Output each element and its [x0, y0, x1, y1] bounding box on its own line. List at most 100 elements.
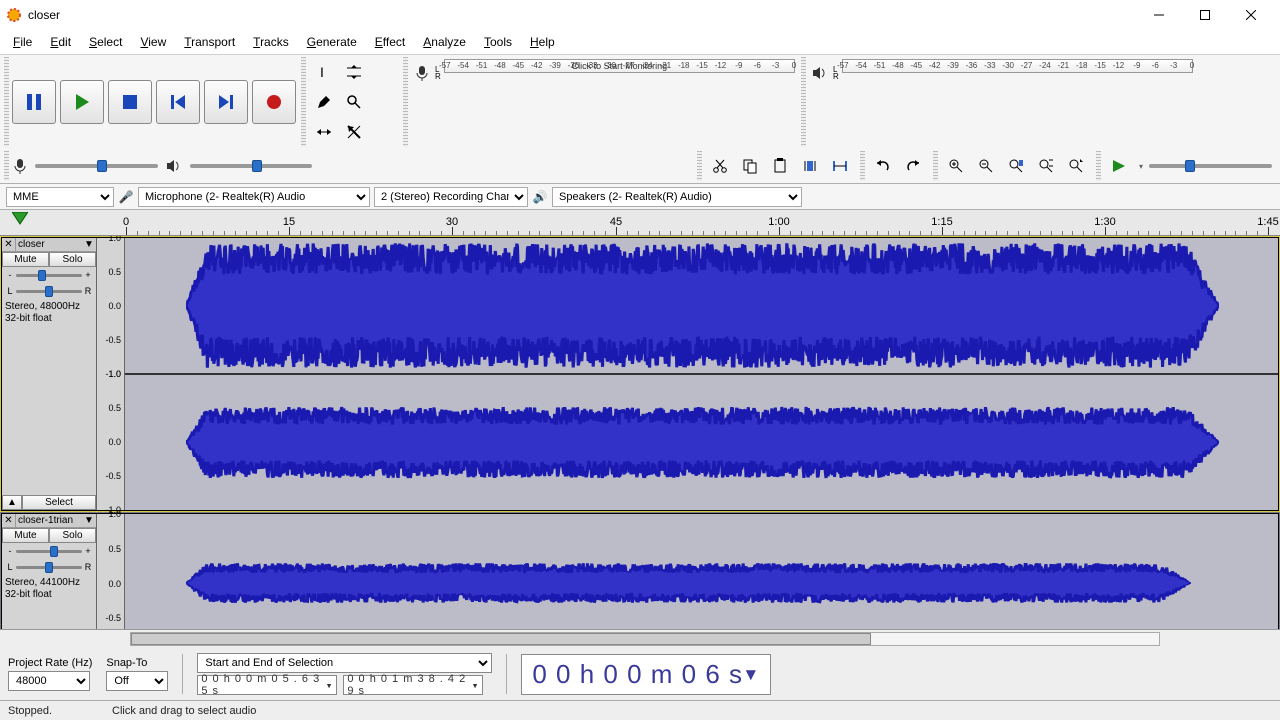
menu-generate[interactable]: Generate — [298, 32, 366, 52]
tools-toolbar: I — [301, 57, 401, 147]
timeshift-tool[interactable] — [310, 118, 338, 146]
record-meter-hint: Click to Start Monitoring — [572, 61, 668, 71]
play-button[interactable] — [60, 80, 104, 124]
track-name[interactable]: closer — [16, 239, 82, 250]
envelope-tool[interactable] — [340, 58, 368, 86]
mic-device-icon: 🎤 — [118, 190, 134, 204]
speaker-icon[interactable] — [810, 59, 830, 87]
play-volume-slider[interactable] — [190, 164, 313, 168]
solo-button[interactable]: Solo — [49, 252, 96, 267]
project-rate-label: Project Rate (Hz) — [8, 657, 92, 669]
menu-select[interactable]: Select — [80, 32, 131, 52]
menu-view[interactable]: View — [131, 32, 175, 52]
track-menu-button[interactable]: ▼ — [82, 515, 96, 526]
selection-end-time[interactable]: 0 0 h 0 1 m 3 8 . 4 2 9 s▾ — [343, 675, 483, 695]
svg-text:I: I — [320, 64, 324, 80]
zoom-tool[interactable] — [340, 88, 368, 116]
track-menu-button[interactable]: ▼ — [82, 239, 96, 250]
minimize-button[interactable] — [1136, 0, 1182, 30]
skip-end-button[interactable] — [204, 80, 248, 124]
play-meter[interactable]: -57-54-51-48-45-42-39-36-33-30-27-24-21-… — [842, 59, 1193, 73]
toolbar-area: I L R Click to Start Monitoring -57-54-5… — [0, 55, 1280, 184]
record-button[interactable] — [252, 80, 296, 124]
rec-meter-r-label: R — [435, 73, 441, 80]
fit-selection-button[interactable] — [1002, 152, 1030, 180]
track-name[interactable]: closer-1trian — [16, 515, 82, 526]
paste-button[interactable] — [766, 152, 794, 180]
trim-button[interactable] — [796, 152, 824, 180]
mute-button[interactable]: Mute — [2, 252, 49, 267]
play-vol-icon — [166, 159, 182, 173]
mic-icon[interactable] — [412, 59, 432, 87]
track-close-button[interactable]: ✕ — [2, 514, 16, 528]
status-state: Stopped. — [8, 705, 52, 717]
play-meter-toolbar: L R -57-54-51-48-45-42-39-36-33-30-27-24… — [801, 57, 1197, 147]
track-info: Stereo, 48000Hz32-bit float — [2, 299, 96, 495]
fit-project-button[interactable] — [1032, 152, 1060, 180]
menu-file[interactable]: File — [4, 32, 41, 52]
audio-position-display[interactable]: 0 0 h 0 0 m 0 6 s▾ — [521, 654, 770, 695]
snap-to-select[interactable]: Off — [106, 671, 168, 691]
draw-tool[interactable] — [310, 88, 338, 116]
selection-mode-select[interactable]: Start and End of Selection — [197, 653, 492, 673]
menu-tracks[interactable]: Tracks — [244, 32, 298, 52]
pan-slider[interactable]: LR — [2, 283, 96, 299]
project-rate-select[interactable]: 48000 — [8, 671, 90, 691]
cut-button[interactable] — [706, 152, 734, 180]
track-panel: ✕ closer ▼ Mute Solo -+ LR Stereo, 48000… — [2, 238, 97, 510]
edit-toolbar — [697, 151, 858, 181]
tracks-area: ✕ closer ▼ Mute Solo -+ LR Stereo, 48000… — [0, 236, 1280, 629]
app-icon — [6, 7, 22, 23]
stop-button[interactable] — [108, 80, 152, 124]
track-vscale: 1.00.50.0-0.5-1.01.00.50.0-0.5-1.0 — [97, 238, 125, 510]
solo-button[interactable]: Solo — [49, 528, 96, 543]
menu-transport[interactable]: Transport — [175, 32, 244, 52]
snap-to-label: Snap-To — [106, 657, 168, 669]
track-vscale: 1.00.50.0-0.5-1.01.00.50.0-0.5-1.0 — [97, 514, 125, 629]
gain-slider[interactable]: -+ — [2, 267, 96, 283]
close-button[interactable] — [1228, 0, 1274, 30]
rec-volume-slider[interactable] — [35, 164, 158, 168]
skip-start-button[interactable] — [156, 80, 200, 124]
collapse-button[interactable]: ▲ — [2, 495, 22, 510]
zoom-in-button[interactable] — [942, 152, 970, 180]
play-at-speed-button[interactable] — [1105, 152, 1133, 180]
pan-slider[interactable]: LR — [2, 559, 96, 575]
mute-button[interactable]: Mute — [2, 528, 49, 543]
audio-host-select[interactable]: MME — [6, 187, 114, 207]
selection-tool[interactable]: I — [310, 58, 338, 86]
menu-analyze[interactable]: Analyze — [414, 32, 475, 52]
timeline-ruler[interactable]: 01530451:001:151:301:45 — [0, 210, 1280, 236]
waveform-area[interactable] — [125, 238, 1278, 510]
maximize-button[interactable] — [1182, 0, 1228, 30]
selection-start-time[interactable]: 0 0 h 0 0 m 0 5 . 6 3 5 s▾ — [197, 675, 337, 695]
track-panel: ✕ closer-1trian ▼ Mute Solo -+ LR Stereo… — [2, 514, 97, 629]
pause-button[interactable] — [12, 80, 56, 124]
menu-help[interactable]: Help — [521, 32, 564, 52]
zoom-toolbar — [933, 151, 1094, 181]
redo-button[interactable] — [899, 152, 927, 180]
track-close-button[interactable]: ✕ — [2, 238, 16, 252]
menu-tools[interactable]: Tools — [475, 32, 521, 52]
waveform-area[interactable] — [125, 514, 1278, 629]
track-row: ✕ closer-1trian ▼ Mute Solo -+ LR Stereo… — [1, 513, 1279, 629]
undo-button[interactable] — [869, 152, 897, 180]
track-select-button[interactable]: Select — [22, 495, 96, 510]
record-channels-select[interactable]: 2 (Stereo) Recording Chann — [374, 187, 528, 207]
record-meter[interactable]: Click to Start Monitoring -57-54-51-48-4… — [444, 59, 795, 73]
zoom-toggle-button[interactable] — [1062, 152, 1090, 180]
play-speed-slider[interactable] — [1149, 164, 1272, 168]
track-row: ✕ closer ▼ Mute Solo -+ LR Stereo, 48000… — [1, 237, 1279, 511]
multi-tool[interactable] — [340, 118, 368, 146]
copy-button[interactable] — [736, 152, 764, 180]
menu-effect[interactable]: Effect — [366, 32, 414, 52]
zoom-out-button[interactable] — [972, 152, 1000, 180]
transport-toolbar — [4, 57, 299, 147]
record-device-select[interactable]: Microphone (2- Realtek(R) Audio — [138, 187, 370, 207]
menu-edit[interactable]: Edit — [41, 32, 80, 52]
menu-bar: FileEditSelectViewTransportTracksGenerat… — [0, 30, 1280, 55]
hscrollbar[interactable] — [130, 632, 1160, 646]
play-device-select[interactable]: Speakers (2- Realtek(R) Audio) — [552, 187, 802, 207]
gain-slider[interactable]: -+ — [2, 543, 96, 559]
silence-button[interactable] — [826, 152, 854, 180]
